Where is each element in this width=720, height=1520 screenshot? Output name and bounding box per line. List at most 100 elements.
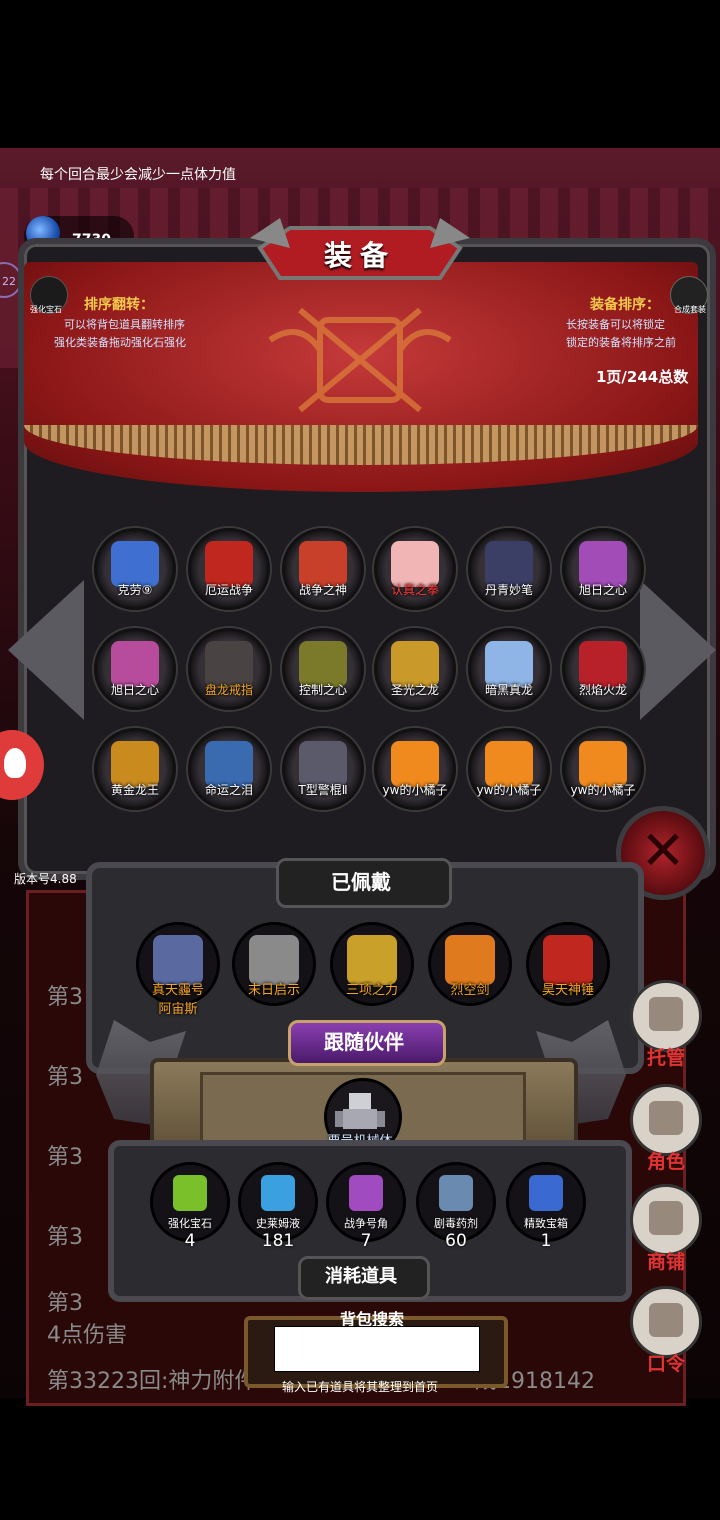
equipment-slot[interactable]: 烈焰火龙 bbox=[562, 628, 644, 710]
consumable-label: 精致宝箱 bbox=[524, 1217, 568, 1230]
consumables-title: 消耗道具 bbox=[325, 1266, 397, 1287]
equipped-label: 末日启示 bbox=[247, 983, 300, 998]
consumable-slot[interactable]: 强化宝石 4 bbox=[150, 1162, 230, 1251]
equipment-label: 旭日之心 bbox=[110, 683, 159, 697]
menu-button[interactable]: 商铺 bbox=[630, 1184, 702, 1273]
equipment-slot[interactable]: yw的小橘子 bbox=[374, 728, 456, 810]
equipped-slot[interactable]: 末日启示 bbox=[232, 922, 316, 1006]
dice-icon bbox=[649, 997, 683, 1031]
equipped-slot[interactable]: 烈空剑 bbox=[428, 922, 512, 1006]
consumable-label: 强化宝石 bbox=[168, 1217, 212, 1230]
log-line: 第3 bbox=[47, 1065, 83, 1090]
log-line: 第3 bbox=[47, 1145, 83, 1170]
equipped-slot[interactable]: 三项之力 bbox=[330, 922, 414, 1006]
equipment-slot[interactable]: T型警棍Ⅱ bbox=[282, 728, 364, 810]
equipment-label: 克劳⑨ bbox=[117, 583, 153, 597]
equipment-label: 丹青妙笔 bbox=[484, 583, 533, 597]
consumable-slot[interactable]: 精致宝箱 1 bbox=[506, 1162, 586, 1251]
consumable-label: 剧毒药剂 bbox=[434, 1217, 478, 1230]
equipment-label: yw的小橘子 bbox=[476, 783, 542, 797]
equipment-slot[interactable]: 克劳⑨ bbox=[94, 528, 176, 610]
consumable-item-icon bbox=[529, 1175, 563, 1211]
equipment-slot[interactable]: 旭日之心 bbox=[562, 528, 644, 610]
equipped-item-icon bbox=[347, 935, 397, 985]
consumable-label: 战争号角 bbox=[344, 1217, 388, 1230]
equipment-label: 黄金龙王 bbox=[110, 783, 159, 797]
menu-button[interactable]: 托管 bbox=[630, 980, 702, 1069]
panel-title: 装备 bbox=[323, 239, 396, 272]
consumable-slot[interactable]: 史莱姆液 181 bbox=[238, 1162, 318, 1251]
equipment-slot[interactable]: 丹青妙笔 bbox=[468, 528, 550, 610]
consumable-item-icon bbox=[439, 1175, 473, 1211]
equipment-label: 暗黑真龙 bbox=[484, 683, 533, 697]
equipped-item-icon bbox=[249, 935, 299, 985]
equipment-label: 战争之神 bbox=[298, 583, 347, 597]
page-info: 1页/244总数 bbox=[596, 368, 689, 386]
crossed-swords-crest-icon bbox=[268, 307, 452, 413]
consumable-slot[interactable]: 战争号角 7 bbox=[326, 1162, 406, 1251]
equipment-slot[interactable]: yw的小橘子 bbox=[562, 728, 644, 810]
equipment-slot[interactable]: 旭日之心 bbox=[94, 628, 176, 710]
equip-sort-line: 锁定的装备将排序之前 bbox=[566, 336, 676, 349]
equipment-label: 命运之泪 bbox=[204, 783, 253, 797]
equipment-label: 烈焰火龙 bbox=[578, 683, 627, 697]
sort-flip-line: 可以将背包道具翻转排序 bbox=[64, 318, 185, 331]
companion-title: 跟随伙伴 bbox=[324, 1030, 404, 1054]
consumable-label: 史莱姆液 bbox=[256, 1217, 300, 1230]
consumable-item-icon bbox=[261, 1175, 295, 1211]
equipped-slot[interactable]: 昊天神锤 bbox=[526, 922, 610, 1006]
shop-icon bbox=[649, 1201, 683, 1235]
version-label: 版本号4.88 bbox=[14, 872, 77, 886]
equipment-label: 认真之拳 bbox=[390, 583, 439, 597]
consumable-item-icon bbox=[349, 1175, 383, 1211]
equipped-label: 三项之力 bbox=[345, 983, 398, 998]
equipped-item-icon bbox=[153, 935, 203, 985]
equipment-label: 圣光之龙 bbox=[390, 683, 439, 697]
equipped-label: 烈空剑 bbox=[450, 983, 490, 998]
search-input[interactable] bbox=[274, 1326, 480, 1372]
log-line: 第3 bbox=[47, 985, 83, 1010]
equipped-slot[interactable]: 真天霾号 阿宙斯 bbox=[136, 922, 220, 1017]
consumable-slot[interactable]: 剧毒药剂 60 bbox=[416, 1162, 496, 1251]
equipment-label: 旭日之心 bbox=[578, 583, 627, 597]
equipment-label: 厄运战争 bbox=[204, 583, 253, 597]
equipped-item-icon bbox=[543, 935, 593, 985]
hooded-figure-icon bbox=[649, 1101, 683, 1135]
consumable-count: 7 bbox=[360, 1231, 372, 1251]
equipment-slot[interactable]: 认真之拳 bbox=[374, 528, 456, 610]
menu-label: 口令 bbox=[646, 1353, 685, 1375]
sort-flip-title[interactable]: 排序翻转： bbox=[84, 294, 154, 314]
menu-label: 商铺 bbox=[646, 1251, 685, 1273]
equipment-label: 控制之心 bbox=[298, 683, 347, 697]
menu-button[interactable]: 口令 bbox=[630, 1286, 702, 1375]
equipment-slot[interactable]: 命运之泪 bbox=[188, 728, 270, 810]
equipment-slot[interactable]: 厄运战争 bbox=[188, 528, 270, 610]
consumable-count: 60 bbox=[445, 1231, 467, 1251]
equipment-label: yw的小橘子 bbox=[570, 783, 636, 797]
user-icon bbox=[4, 748, 26, 778]
equipment-slot[interactable]: 盘龙戒指 bbox=[188, 628, 270, 710]
menu-label: 托管 bbox=[646, 1047, 685, 1069]
prev-page-arrow-icon[interactable] bbox=[8, 580, 84, 720]
consumable-count: 4 bbox=[184, 1231, 196, 1251]
menu-button[interactable]: 角色 bbox=[630, 1084, 702, 1173]
menu-label: 角色 bbox=[646, 1151, 685, 1173]
equipment-label: T型警棍Ⅱ bbox=[298, 783, 348, 797]
equipment-slot[interactable]: 暗黑真龙 bbox=[468, 628, 550, 710]
consumable-count: 1 bbox=[540, 1231, 552, 1251]
equipment-slot[interactable]: 黄金龙王 bbox=[94, 728, 176, 810]
equipment-slot[interactable]: 圣光之龙 bbox=[374, 628, 456, 710]
equipment-slot[interactable]: 控制之心 bbox=[282, 628, 364, 710]
armor-set-label: 合成套装 bbox=[674, 305, 706, 314]
equipment-label: 盘龙戒指 bbox=[204, 683, 253, 697]
log-line: 第3 bbox=[47, 1291, 83, 1316]
equipment-slot[interactable]: 战争之神 bbox=[282, 528, 364, 610]
sort-flip-line: 强化类装备拖动强化石强化 bbox=[54, 336, 186, 349]
equip-sort-line: 长按装备可以将锁定 bbox=[566, 318, 665, 331]
enhance-gem-label: 强化宝石 bbox=[30, 305, 62, 314]
equipment-slot[interactable]: yw的小橘子 bbox=[468, 728, 550, 810]
consumable-count: 181 bbox=[261, 1231, 295, 1251]
equip-sort-title[interactable]: 装备排序： bbox=[590, 294, 660, 314]
next-page-arrow-icon[interactable] bbox=[640, 580, 716, 720]
search-hint: 输入已有道具将其整理到首页 bbox=[282, 1380, 439, 1394]
